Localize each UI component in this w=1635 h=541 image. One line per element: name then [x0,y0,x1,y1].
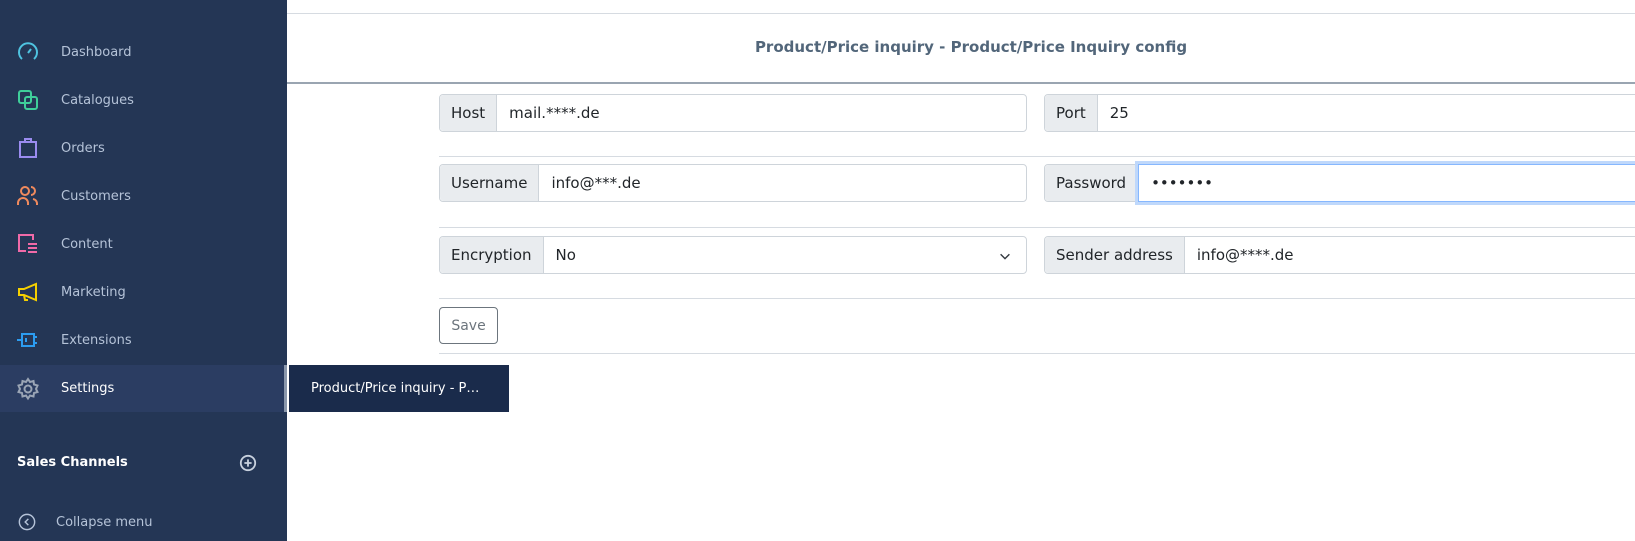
extensions-icon [17,333,37,347]
collapse-menu-label: Collapse menu [56,514,153,530]
divider [439,156,1635,157]
sidebar-item-settings[interactable]: Settings [0,365,287,412]
username-field: Username info@***.de [439,164,1027,202]
divider [287,13,1635,14]
sidebar: Dashboard Catalogues Orders Customers Co… [0,0,287,541]
sales-channels-heading: Sales Channels [17,455,128,470]
header-divider [287,82,1635,84]
orders-icon [19,138,37,158]
divider [439,298,1635,299]
content-icon [18,234,37,253]
sidebar-item-orders[interactable]: Orders [0,124,287,172]
sidebar-item-label: Customers [61,188,131,204]
password-label: Password [1045,165,1139,201]
host-label: Host [440,95,498,131]
port-label: Port [1045,95,1098,131]
chevron-down-icon [1000,253,1010,260]
sidebar-item-label: Extensions [61,332,132,348]
sidebar-item-catalogues[interactable]: Catalogues [0,76,287,124]
password-input[interactable]: ••••••• [1138,164,1635,202]
port-input[interactable]: 25 [1097,95,1635,131]
divider [439,227,1635,228]
dashboard-icon [18,42,38,60]
customers-icon [17,186,38,205]
page-title: Product/Price inquiry - Product/Price In… [754,38,1188,56]
sidebar-item-content[interactable]: Content [0,220,287,268]
sidebar-item-marketing[interactable]: Marketing [0,268,287,316]
add-sales-channel-icon[interactable] [239,454,257,472]
sidebar-item-label: Dashboard [61,44,132,60]
sidebar-item-label: Catalogues [61,92,134,108]
encryption-select[interactable]: No [543,237,1026,273]
settings-flyout-item[interactable]: Product/Price inquiry - P… [289,365,509,412]
chevron-left-circle-icon [18,513,36,531]
sender-address-label: Sender address [1045,237,1185,273]
username-input[interactable]: info@***.de [539,165,1026,201]
port-field: Port 25 [1044,94,1635,132]
marketing-icon [18,282,37,302]
host-field: Host mail.****.de [439,94,1027,132]
sidebar-item-label: Settings [61,381,115,396]
sidebar-item-label: Content [61,236,113,252]
sidebar-item-label: Marketing [61,284,126,300]
sidebar-item-customers[interactable]: Customers [0,172,287,220]
gear-icon [17,376,39,400]
sender-address-field: Sender address info@****.de [1044,236,1635,274]
sidebar-item-dashboard[interactable]: Dashboard [0,28,287,76]
sidebar-item-extensions[interactable]: Extensions [0,316,287,364]
collapse-menu-button[interactable]: Collapse menu [18,513,153,531]
divider [439,353,1635,354]
sender-address-input[interactable]: info@****.de [1184,237,1635,273]
encryption-label: Encryption [440,237,544,273]
encryption-value: No [555,246,576,264]
host-input[interactable]: mail.****.de [497,95,1026,131]
password-field: Password ••••••• [1044,164,1635,202]
encryption-field: Encryption No [439,236,1027,274]
catalogues-icon [18,90,38,110]
sidebar-item-label: Orders [61,140,105,156]
username-label: Username [440,165,540,201]
save-button[interactable]: Save [439,307,498,344]
